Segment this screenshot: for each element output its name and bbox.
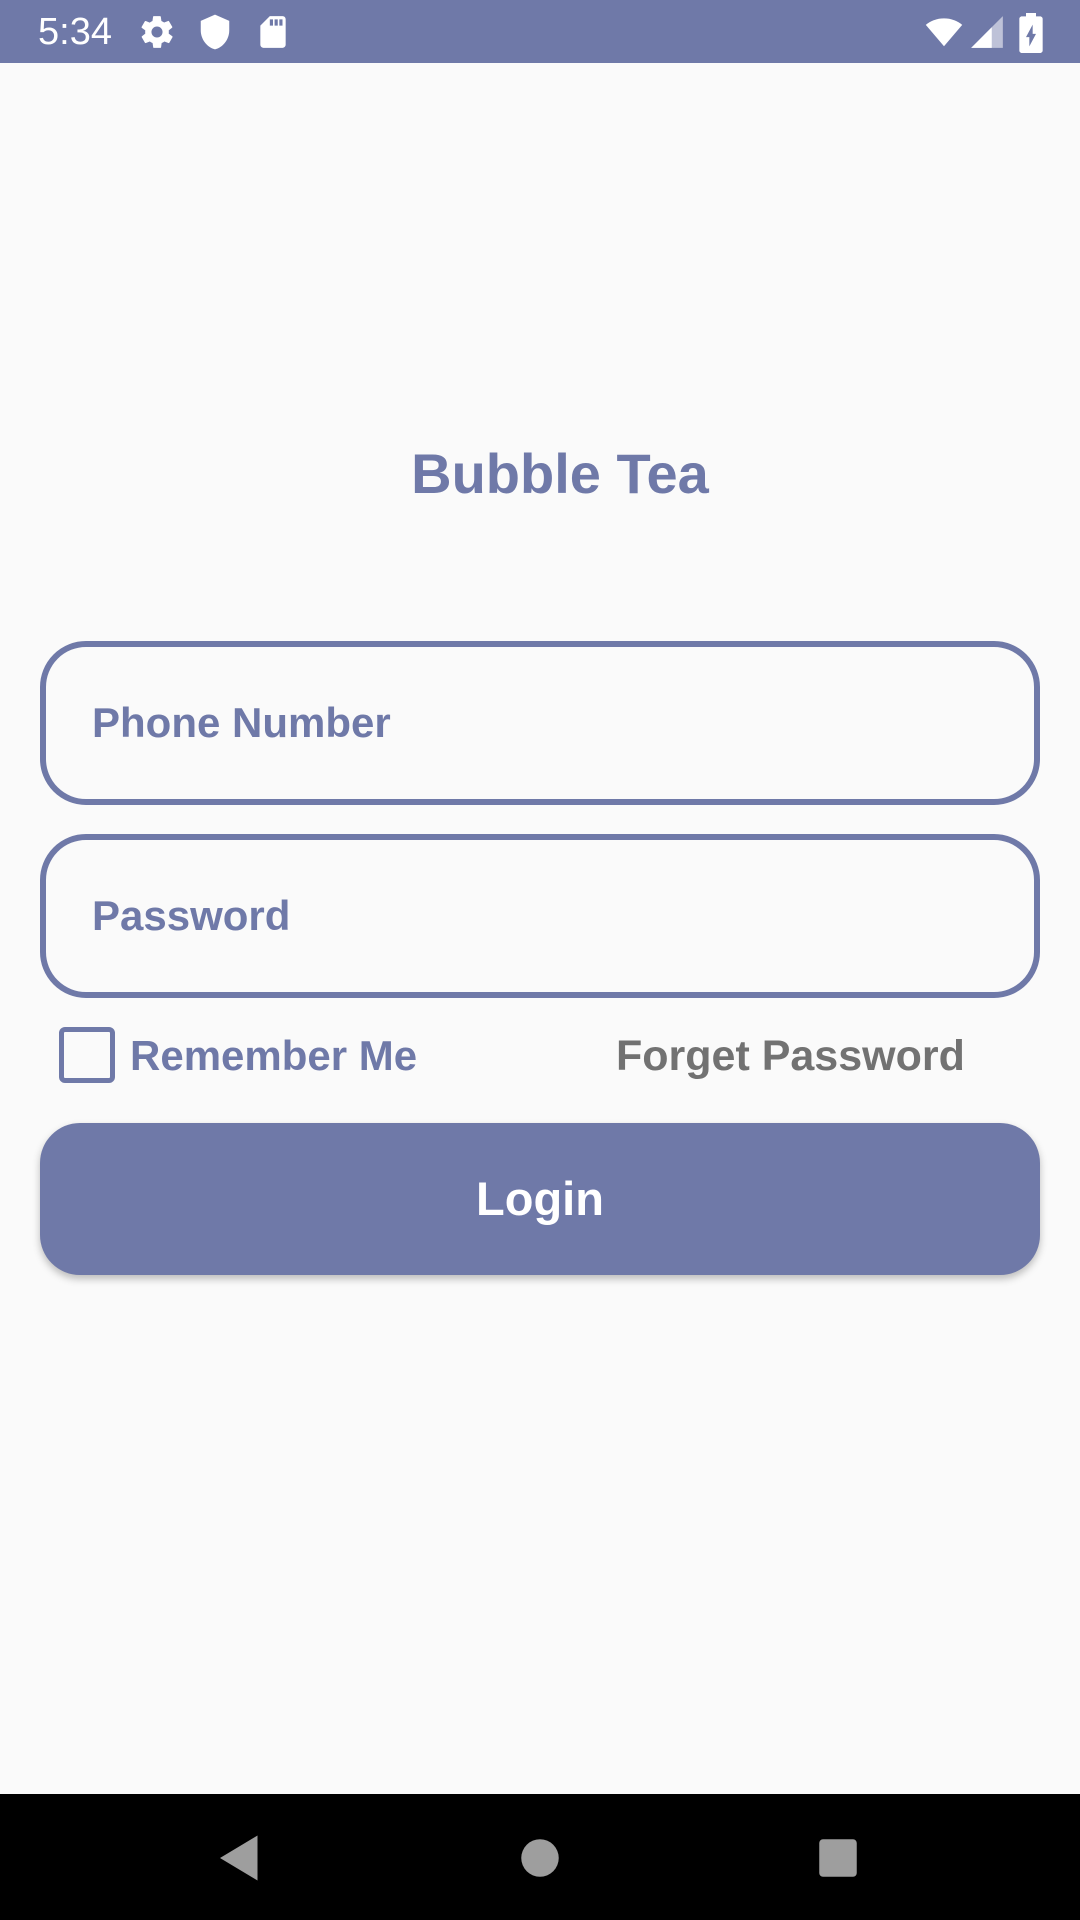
phone-number-field[interactable] [40, 641, 1040, 805]
battery-charging-icon [1016, 13, 1046, 53]
password-field[interactable] [40, 834, 1040, 998]
remember-me-checkbox[interactable] [59, 1027, 115, 1083]
shield-icon [196, 13, 234, 51]
password-input[interactable] [92, 840, 992, 992]
navigation-bar [0, 1794, 1080, 1920]
sd-card-icon [254, 13, 292, 51]
home-icon[interactable] [510, 1828, 570, 1888]
settings-icon [138, 13, 176, 51]
recents-icon[interactable] [808, 1828, 868, 1888]
back-icon[interactable] [210, 1828, 270, 1888]
app-title: Bubble Tea [411, 442, 709, 505]
remember-me-label[interactable]: Remember Me [130, 1030, 417, 1082]
login-screen: 5:34 Bubble Tea Remember Me Forget Passw… [0, 0, 1080, 1920]
status-time: 5:34 [38, 11, 112, 53]
status-bar: 5:34 [0, 0, 1080, 63]
forget-password-link[interactable]: Forget Password [616, 1030, 965, 1082]
login-button[interactable]: Login [40, 1123, 1040, 1275]
wifi-icon [922, 13, 966, 51]
phone-number-input[interactable] [92, 647, 992, 799]
cell-signal-icon [968, 13, 1006, 51]
